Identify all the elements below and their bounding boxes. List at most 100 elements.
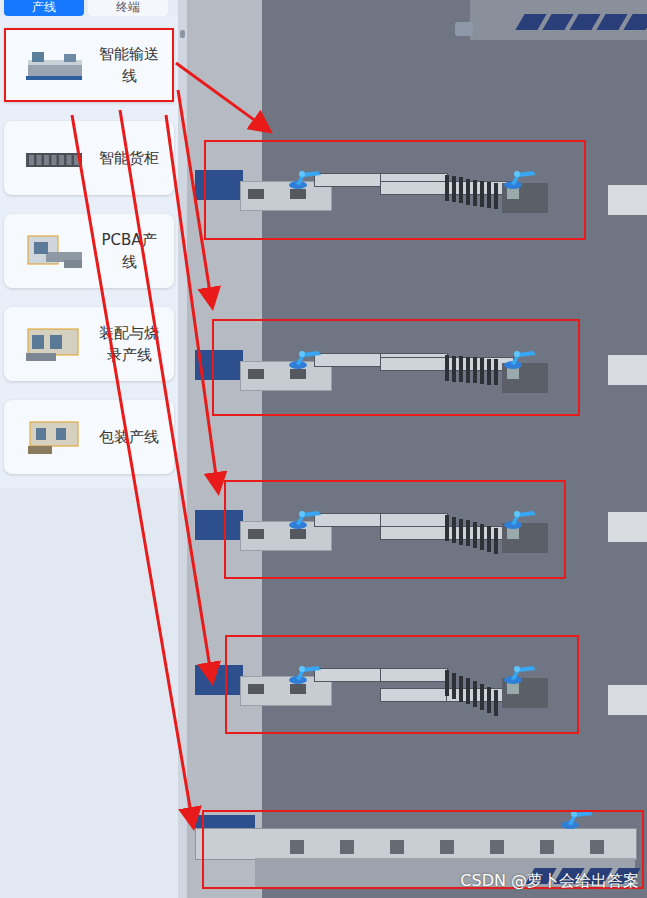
highlight-box xyxy=(205,141,585,239)
tab[interactable]: 终端 xyxy=(88,0,168,16)
sidebar-blank xyxy=(0,488,178,898)
conveyor-motor xyxy=(290,840,304,854)
roller xyxy=(487,182,491,208)
tab[interactable]: 产线 xyxy=(4,0,84,16)
roller xyxy=(487,359,491,385)
line-thumbnail-icon xyxy=(24,416,86,458)
roller xyxy=(494,528,498,554)
arrow xyxy=(176,63,268,130)
roller xyxy=(487,687,491,713)
robot-arm-icon xyxy=(503,505,539,531)
roller xyxy=(459,356,463,382)
item-label: 智能输送线 xyxy=(96,43,162,87)
annotation-overlay xyxy=(0,0,647,898)
station-window xyxy=(248,369,264,379)
roller xyxy=(480,358,484,384)
line-thumbnail-icon xyxy=(24,137,86,179)
wall-stripe xyxy=(195,170,243,200)
roller xyxy=(487,526,491,552)
watermark: CSDN @萝卜会给出答案 xyxy=(460,871,639,892)
roller xyxy=(452,673,456,699)
roller xyxy=(480,181,484,207)
conveyor-motor xyxy=(590,840,604,854)
wall xyxy=(187,0,262,898)
station-window xyxy=(290,529,306,539)
roller xyxy=(473,522,477,548)
roller xyxy=(466,179,470,205)
side-machine xyxy=(608,355,647,385)
robot-arm-icon xyxy=(288,165,324,191)
conveyor-belt xyxy=(314,513,382,527)
sidebar-item[interactable]: PCBA产线 xyxy=(4,214,174,288)
highlight-box xyxy=(213,320,579,415)
floor xyxy=(262,0,647,898)
roller xyxy=(452,176,456,202)
roller xyxy=(459,177,463,203)
conveyor-motor xyxy=(490,840,504,854)
item-label: 包装产线 xyxy=(96,426,162,448)
station-window xyxy=(290,369,306,379)
side-machine xyxy=(608,185,647,215)
conveyor-belt xyxy=(314,353,382,367)
roller xyxy=(473,681,477,707)
station-window xyxy=(290,189,306,199)
scrollbar[interactable] xyxy=(178,0,187,898)
highlight-box xyxy=(226,636,578,733)
conveyor-belt xyxy=(380,181,448,195)
roller xyxy=(452,517,456,543)
sidebar-item[interactable]: 智能货柜 xyxy=(4,121,174,195)
arrow xyxy=(72,115,193,825)
conveyor-belt xyxy=(380,526,448,540)
arrow xyxy=(166,115,218,490)
roller xyxy=(466,357,470,383)
robot-arm-icon xyxy=(288,345,324,371)
robot-arm-icon xyxy=(503,165,539,191)
side-machine xyxy=(608,685,647,715)
conveyor-motor xyxy=(440,840,454,854)
roller xyxy=(466,678,470,704)
roller xyxy=(494,359,498,385)
robot-arm-icon xyxy=(288,660,324,686)
long-conveyor xyxy=(195,828,637,860)
robot-arm-icon xyxy=(560,805,596,831)
sidebar-item[interactable]: 智能输送线 xyxy=(4,28,174,102)
conveyor-belt xyxy=(380,357,448,371)
roller xyxy=(445,515,449,541)
arrow xyxy=(120,110,212,680)
item-label: 装配与烧录产线 xyxy=(96,322,162,366)
item-label: PCBA产线 xyxy=(96,229,162,273)
conveyor-motor xyxy=(340,840,354,854)
line-list: 智能输送线智能货柜 PCBA产线装配与烧录产线包装产线 xyxy=(0,16,178,488)
roller xyxy=(459,519,463,545)
robot-arm-icon xyxy=(288,505,324,531)
roller xyxy=(466,520,470,546)
conveyor-belt xyxy=(314,173,382,187)
roller xyxy=(445,175,449,201)
scrollbar-thumb[interactable] xyxy=(180,30,185,38)
arrow xyxy=(178,90,212,305)
roller xyxy=(445,355,449,381)
sidebar-item[interactable]: 装配与烧录产线 xyxy=(4,307,174,381)
side-machine xyxy=(608,512,647,542)
line-thumbnail-icon xyxy=(24,323,86,365)
robot-arm-icon xyxy=(503,660,539,686)
roller xyxy=(480,684,484,710)
line-thumbnail-icon xyxy=(24,44,86,86)
roller xyxy=(473,180,477,206)
camera xyxy=(455,22,473,36)
station-window xyxy=(290,684,306,694)
sidebar-item[interactable]: 包装产线 xyxy=(4,400,174,474)
conveyor-motor xyxy=(390,840,404,854)
tab-bar: 产线终端 xyxy=(0,0,178,16)
conveyor-belt xyxy=(380,668,448,682)
roller xyxy=(494,183,498,209)
factory-scene[interactable] xyxy=(187,0,647,898)
conveyor-belt xyxy=(314,668,382,682)
conveyor-motor xyxy=(540,840,554,854)
wall-stripe xyxy=(195,665,243,695)
roller xyxy=(445,670,449,696)
sidebar: 产线终端 智能输送线智能货柜 PCBA产线装配与烧录产线包装产线 xyxy=(0,0,178,898)
roller xyxy=(452,356,456,382)
roller xyxy=(473,357,477,383)
robot-arm-icon xyxy=(503,345,539,371)
